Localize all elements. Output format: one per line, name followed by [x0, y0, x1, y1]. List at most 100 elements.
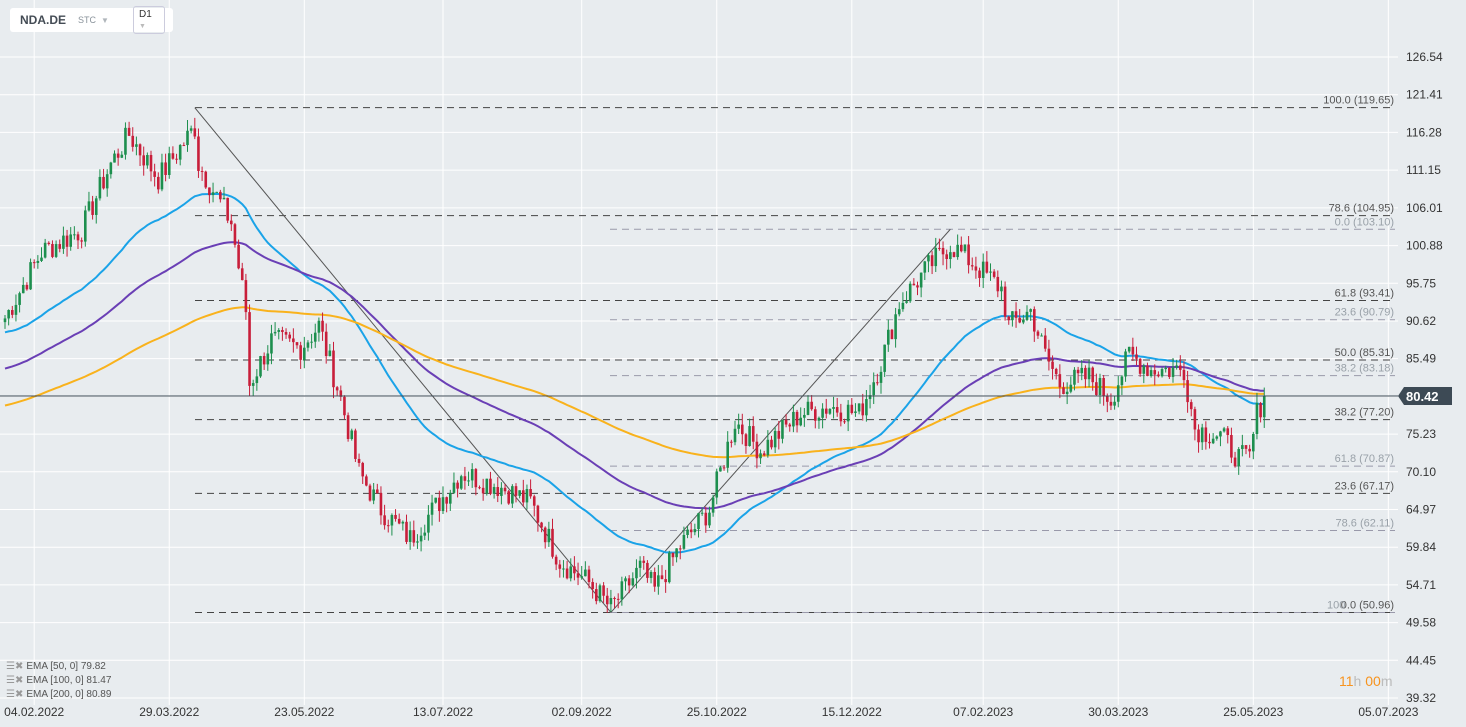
indicator-legend: ☰✖ EMA [50, 0] 79.82 ☰✖ EMA [100, 0] 81.47… — [6, 660, 111, 702]
candle-body — [452, 482, 456, 493]
candle-body — [1200, 427, 1204, 443]
candle-body — [430, 502, 434, 515]
candle-body — [1087, 367, 1091, 380]
candle — [1142, 363, 1146, 384]
candle-body — [463, 476, 467, 481]
chevron-down-icon[interactable]: ▼ — [101, 16, 109, 25]
candle-body — [138, 144, 142, 156]
candle-body — [682, 534, 686, 549]
candle-body — [303, 347, 306, 360]
timeframe-select[interactable]: D1 ▼ — [133, 6, 165, 34]
candle-body — [518, 490, 521, 496]
price-tick: 75.23 — [1406, 427, 1436, 441]
legend-item-ema50[interactable]: ☰✖ EMA [50, 0] 79.82 — [6, 660, 111, 674]
candle-body — [423, 532, 427, 536]
candle-body — [182, 145, 186, 147]
candle — [310, 333, 313, 349]
settings-icon[interactable]: ☰✖ — [6, 675, 23, 686]
candle — [1244, 445, 1248, 455]
candle — [339, 385, 343, 401]
price-chart[interactable]: 126.54 121.41 116.28 111.15 106.01 100.88 95.7… — [0, 0, 1466, 727]
candle — [1255, 392, 1259, 440]
candle-body — [43, 242, 47, 258]
candle-body — [197, 136, 200, 171]
candle-body — [894, 314, 897, 340]
candle-body — [299, 345, 302, 360]
candle — [664, 569, 667, 593]
candle-body — [602, 585, 605, 596]
candle-body — [773, 430, 777, 448]
candle-body — [529, 489, 532, 497]
candle-body — [1062, 387, 1065, 395]
candle-body — [1175, 365, 1178, 368]
candle — [624, 576, 627, 591]
candle-body — [832, 407, 835, 409]
candle — [930, 251, 934, 275]
candle — [952, 251, 956, 258]
candle-body — [1146, 365, 1149, 377]
candle — [668, 550, 671, 584]
candle — [595, 582, 598, 605]
candle — [1102, 375, 1105, 406]
candle-body — [627, 578, 631, 586]
candle — [73, 226, 76, 240]
fib-level-label: 38.2 (77.20) — [1335, 407, 1394, 419]
candle-body — [525, 489, 529, 503]
candle-body — [784, 419, 788, 425]
settings-icon[interactable]: ☰✖ — [6, 689, 23, 700]
candle — [332, 341, 335, 399]
candle — [149, 150, 153, 182]
candle-body — [635, 567, 638, 579]
candle-body — [237, 244, 240, 269]
candle-body — [354, 430, 357, 459]
candle-body — [372, 489, 375, 501]
candle — [419, 527, 423, 552]
candle — [430, 494, 434, 526]
candle — [551, 518, 554, 559]
candle-body — [1252, 433, 1255, 452]
candle-body — [697, 513, 700, 530]
candle-body — [51, 243, 54, 257]
candle-body — [58, 244, 62, 249]
candle-body — [554, 556, 558, 565]
candle — [1098, 373, 1102, 404]
candle — [1127, 346, 1131, 354]
candle-body — [887, 329, 890, 345]
candle-body — [1040, 335, 1043, 337]
candle-body — [540, 522, 543, 528]
candle — [335, 385, 339, 396]
settings-icon[interactable]: ☰✖ — [6, 661, 23, 672]
candle — [204, 170, 208, 189]
candle — [770, 435, 773, 450]
candle-body — [1262, 396, 1266, 418]
legend-label: EMA [200, 0] 80.89 — [26, 689, 112, 700]
legend-item-ema100[interactable]: ☰✖ EMA [100, 0] 81.47 — [6, 674, 111, 688]
candle-body — [587, 569, 591, 583]
candle-body — [386, 525, 390, 527]
candle-body — [1029, 309, 1032, 312]
candle — [777, 420, 781, 450]
candle-body — [1233, 457, 1237, 467]
candle — [1215, 435, 1219, 441]
candle-body — [11, 310, 14, 315]
candle-body — [21, 284, 25, 294]
candle — [755, 433, 759, 469]
candle-body — [565, 568, 569, 579]
candle-body — [240, 268, 244, 281]
legend-item-ema200[interactable]: ☰✖ EMA [200, 0] 80.89 — [6, 688, 111, 702]
candle-body — [949, 252, 952, 260]
candle — [463, 466, 467, 490]
candle — [919, 272, 923, 298]
candle-body — [350, 430, 354, 439]
candle — [671, 552, 675, 566]
candle — [306, 340, 310, 352]
candle-body — [766, 439, 770, 456]
candle — [887, 319, 890, 352]
timer-hours: 11 — [1339, 673, 1354, 689]
symbol-name[interactable]: NDA.DE — [20, 13, 66, 27]
candle-body — [803, 414, 806, 418]
candle-body — [36, 260, 40, 263]
candle — [317, 317, 321, 342]
candle — [397, 513, 401, 525]
candle-body — [1160, 369, 1164, 377]
